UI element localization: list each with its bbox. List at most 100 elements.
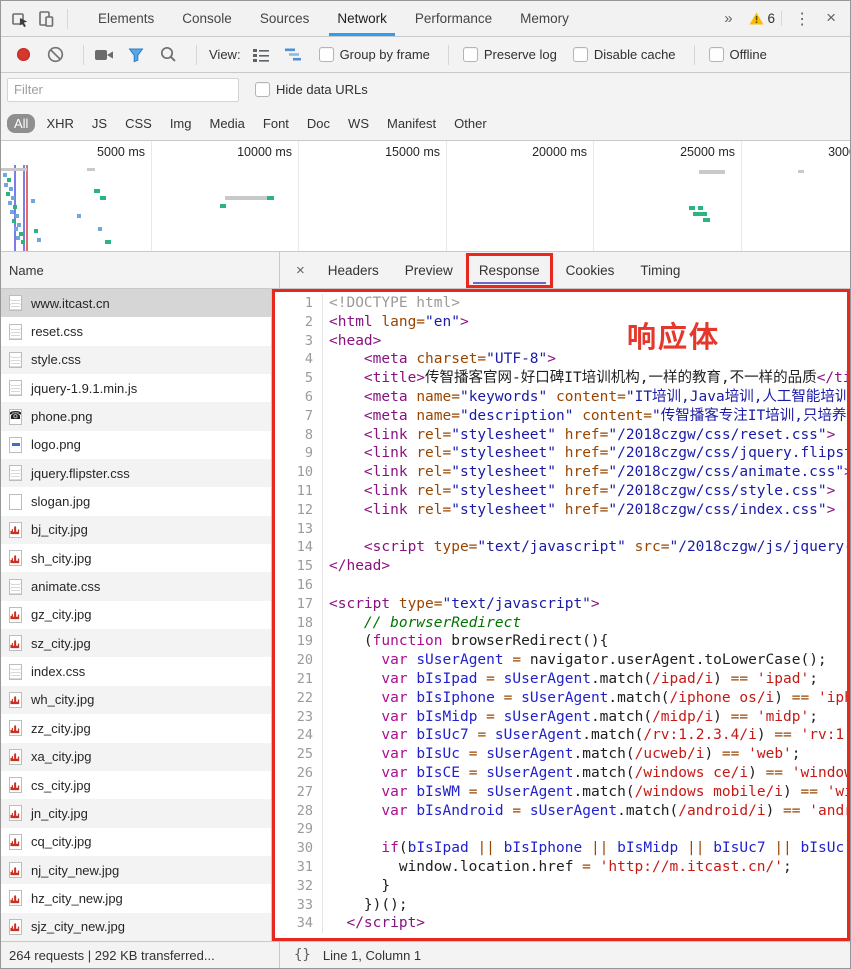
line-number: 11 (275, 482, 323, 501)
code-token: "/2018czgw/css/style.css" (608, 483, 826, 499)
tab-performance[interactable]: Performance (401, 1, 506, 36)
type-filter-xhr[interactable]: XHR (39, 114, 80, 133)
detail-tab-timing[interactable]: Timing (627, 252, 693, 288)
code-token: bIsUc (416, 746, 460, 762)
request-row[interactable]: wh_city.jpg (1, 686, 271, 714)
code-token: .match( (574, 746, 635, 762)
request-row[interactable]: cq_city.jpg (1, 828, 271, 856)
detail-tab-cookies[interactable]: Cookies (553, 252, 628, 288)
detail-tab-response[interactable]: Response (466, 253, 553, 288)
code-token: .match( (582, 727, 643, 743)
request-row[interactable]: jquery-1.9.1.min.js (1, 374, 271, 402)
request-row[interactable]: style.css (1, 346, 271, 374)
city-skyline-icon (10, 723, 21, 734)
request-row[interactable]: jquery.flipster.css (1, 459, 271, 487)
request-row[interactable]: gz_city.jpg (1, 601, 271, 629)
request-row[interactable]: sh_city.jpg (1, 544, 271, 572)
request-row[interactable]: bj_city.jpg (1, 516, 271, 544)
checkbox-group-by-frame[interactable]: Group by frame (319, 47, 430, 62)
detail-tab-headers[interactable]: Headers (315, 252, 392, 288)
line-number: 9 (275, 444, 323, 463)
record-network-log-button[interactable] (11, 43, 35, 67)
filter-input[interactable] (7, 78, 239, 102)
detail-tab-preview[interactable]: Preview (392, 252, 466, 288)
customize-menu-icon[interactable]: ⋮ (786, 9, 818, 29)
more-tabs-icon[interactable]: » (718, 10, 738, 27)
overview-gridline (151, 141, 152, 251)
tab-sources[interactable]: Sources (246, 1, 324, 36)
type-filter-other[interactable]: Other (447, 114, 494, 133)
inspect-element-icon[interactable] (7, 6, 33, 32)
code-token (556, 502, 565, 518)
code-token: 'midp' (757, 709, 809, 725)
request-row[interactable]: logo.png (1, 431, 271, 459)
line-number: 21 (275, 670, 323, 689)
code-token (425, 539, 434, 555)
request-row[interactable]: ☎phone.png (1, 402, 271, 430)
type-filter-css[interactable]: CSS (118, 114, 159, 133)
image-thumbnail-icon (9, 749, 22, 765)
type-filter-js[interactable]: JS (85, 114, 114, 133)
tab-memory[interactable]: Memory (506, 1, 583, 36)
code-token: || (591, 840, 608, 856)
tab-network[interactable]: Network (323, 1, 401, 36)
code-token: "UTF-8" (486, 351, 547, 367)
request-row[interactable]: slogan.jpg (1, 487, 271, 515)
hide-data-urls-checkbox[interactable]: Hide data URLs (255, 82, 368, 97)
image-thumbnail-icon (9, 919, 22, 935)
request-row[interactable]: hz_city_new.jpg (1, 884, 271, 912)
code-token: bIsIphone (416, 690, 495, 706)
request-row[interactable]: reset.css (1, 317, 271, 345)
show-overview-waterfall-icon[interactable] (281, 43, 305, 67)
request-row[interactable]: www.itcast.cn (1, 289, 271, 317)
request-row[interactable]: sjz_city_new.jpg (1, 913, 271, 941)
divider (694, 45, 695, 65)
type-filter-manifest[interactable]: Manifest (380, 114, 443, 133)
search-icon[interactable] (156, 43, 180, 67)
close-detail-pane-icon[interactable]: × (286, 252, 315, 288)
image-thumbnail-icon (9, 522, 22, 538)
request-row[interactable]: cs_city.jpg (1, 771, 271, 799)
type-filter-all[interactable]: All (7, 114, 35, 133)
network-overview-timeline[interactable]: 5000 ms10000 ms15000 ms20000 ms25000 ms3… (1, 141, 850, 252)
type-filter-media[interactable]: Media (202, 114, 251, 133)
request-row[interactable]: index.css (1, 657, 271, 685)
request-row[interactable]: jn_city.jpg (1, 799, 271, 827)
type-filter-doc[interactable]: Doc (300, 114, 337, 133)
clear-network-log-button[interactable] (43, 43, 67, 67)
code-token (460, 746, 469, 762)
name-column-header[interactable]: Name (1, 252, 280, 288)
checkbox-preserve-log[interactable]: Preserve log (463, 47, 557, 62)
request-row[interactable]: xa_city.jpg (1, 743, 271, 771)
type-filter-ws[interactable]: WS (341, 114, 376, 133)
file-icon (7, 662, 24, 681)
type-filter-img[interactable]: Img (163, 114, 199, 133)
console-warnings-badge[interactable]: 6 (743, 11, 783, 26)
checkbox-offline[interactable]: Offline (709, 47, 767, 62)
code-token: <link (364, 427, 408, 443)
capture-screenshots-icon[interactable] (92, 43, 116, 67)
tab-console[interactable]: Console (168, 1, 246, 36)
request-name: jquery.flipster.css (31, 466, 130, 481)
code-token (329, 464, 364, 480)
close-devtools-icon[interactable]: × (822, 8, 844, 30)
tab-elements[interactable]: Elements (84, 1, 168, 36)
checkbox-disable-cache[interactable]: Disable cache (573, 47, 676, 62)
request-row[interactable]: zz_city.jpg (1, 714, 271, 742)
request-row[interactable]: animate.css (1, 572, 271, 600)
use-large-rows-icon[interactable] (249, 43, 273, 67)
code-line: 7 <meta name="description" content="传智播客… (275, 407, 847, 426)
filter-icon[interactable] (124, 43, 148, 67)
code-token: 'rv:1.2.3.4' (801, 727, 847, 743)
code-token: type= (434, 539, 478, 555)
pretty-print-icon[interactable]: {} (294, 947, 311, 963)
response-code-editor[interactable]: 1<!DOCTYPE html>2<html lang="en">3<head>… (275, 292, 847, 938)
code-token: "description" (460, 408, 574, 424)
request-row[interactable]: nj_city_new.jpg (1, 856, 271, 884)
code-token: /ipad/i (652, 671, 713, 687)
request-row[interactable]: sz_city.jpg (1, 629, 271, 657)
device-toolbar-icon[interactable] (33, 6, 59, 32)
code-token (408, 502, 417, 518)
network-toolbar: View: Group by framePreserve logDisable … (1, 37, 850, 73)
type-filter-font[interactable]: Font (256, 114, 296, 133)
